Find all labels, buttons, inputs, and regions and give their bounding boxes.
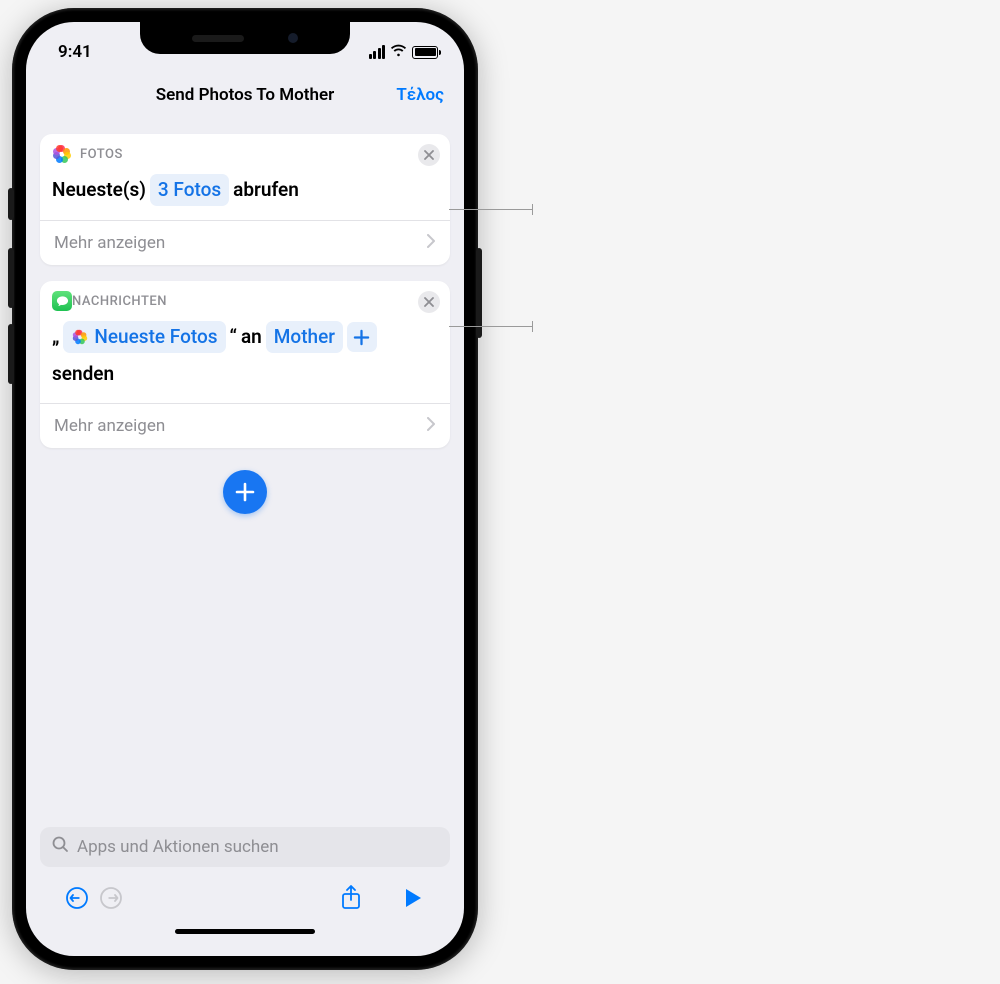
action-app-label: FOTOS — [80, 147, 123, 162]
status-time: 9:41 — [58, 42, 92, 62]
add-recipient-button[interactable] — [347, 322, 377, 352]
callout-tick — [532, 204, 533, 215]
action-header: NACHRICHTEN — [40, 281, 450, 315]
cellular-signal-icon — [369, 45, 386, 59]
search-placeholder: Apps und Aktionen suchen — [77, 837, 279, 857]
callout-line — [449, 326, 533, 327]
page-title: Send Photos To Mother — [156, 85, 334, 105]
action-card-fotos[interactable]: FOTOS Neueste(s) 3 Fotos abrufen Mehr an… — [40, 134, 450, 265]
side-button-volume-down[interactable] — [8, 324, 14, 384]
delete-action-button[interactable] — [418, 291, 440, 313]
redo-button[interactable] — [94, 881, 128, 915]
variable-label: Neueste Fotos — [94, 322, 217, 352]
status-indicators — [369, 42, 439, 62]
action-text: Neueste(s) — [52, 175, 146, 205]
quote-open: „ — [52, 322, 59, 352]
action-body: „ — [40, 315, 450, 403]
show-more-label: Mehr anzeigen — [54, 233, 165, 253]
toolbar — [40, 867, 450, 923]
speaker — [192, 35, 244, 42]
quote-close: “ — [230, 322, 237, 352]
side-button-mute[interactable] — [8, 188, 14, 220]
notch — [140, 22, 350, 54]
shortcut-editor: FOTOS Neueste(s) 3 Fotos abrufen Mehr an… — [26, 120, 464, 827]
action-body: Neueste(s) 3 Fotos abrufen — [40, 168, 450, 220]
recipient-parameter[interactable]: Mother — [266, 321, 343, 353]
done-button[interactable]: Τέλος — [396, 85, 444, 105]
action-text: abrufen — [233, 175, 299, 205]
front-camera — [288, 33, 298, 43]
callout-tick — [532, 321, 533, 332]
delete-action-button[interactable] — [418, 144, 440, 166]
action-header: FOTOS — [40, 134, 450, 168]
search-input[interactable]: Apps und Aktionen suchen — [40, 827, 450, 867]
run-button[interactable] — [396, 881, 430, 915]
show-more-row[interactable]: Mehr anzeigen — [40, 220, 450, 265]
bottom-area: Apps und Aktionen suchen — [26, 827, 464, 956]
chevron-right-icon — [427, 416, 436, 436]
photos-mini-icon — [71, 328, 89, 346]
chevron-right-icon — [427, 233, 436, 253]
phone-frame: 9:41 Send Photos To Mother Τέλος — [12, 8, 478, 970]
side-button-power[interactable] — [476, 248, 482, 338]
screen: 9:41 Send Photos To Mother Τέλος — [26, 22, 464, 956]
search-icon — [52, 836, 69, 858]
share-button[interactable] — [334, 881, 368, 915]
nav-bar: Send Photos To Mother Τέλος — [26, 70, 464, 120]
battery-icon — [412, 46, 438, 59]
show-more-label: Mehr anzeigen — [54, 416, 165, 436]
show-more-row[interactable]: Mehr anzeigen — [40, 403, 450, 448]
callout-line — [449, 209, 533, 210]
count-parameter[interactable]: 3 Fotos — [150, 174, 229, 206]
home-indicator[interactable] — [175, 929, 315, 934]
action-app-label: NACHRICHTEN — [72, 294, 167, 309]
action-card-nachrichten[interactable]: NACHRICHTEN „ — [40, 281, 450, 448]
action-text: an — [241, 322, 262, 352]
messages-app-icon — [52, 291, 72, 311]
wifi-icon — [390, 42, 407, 62]
action-text: senden — [52, 359, 114, 389]
magic-variable[interactable]: Neueste Fotos — [63, 321, 225, 353]
photos-app-icon — [52, 144, 72, 164]
undo-button[interactable] — [60, 881, 94, 915]
side-button-volume-up[interactable] — [8, 248, 14, 308]
add-action-button[interactable] — [223, 470, 267, 514]
